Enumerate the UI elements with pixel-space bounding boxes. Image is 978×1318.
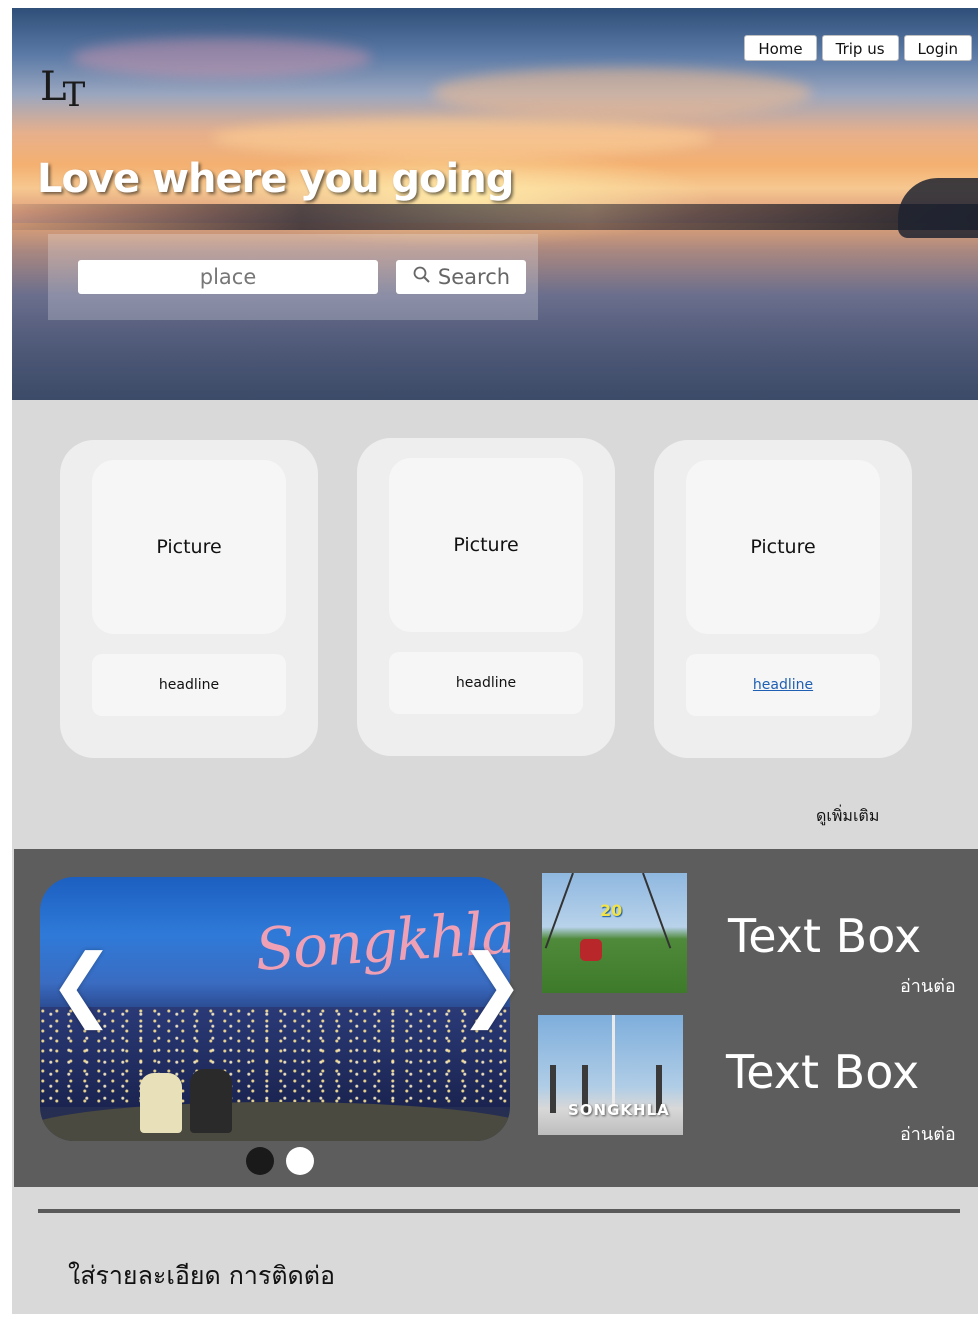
read-more-link[interactable]: อ่านต่อ [900, 971, 956, 1000]
featured-thumb-2[interactable]: SONGKHLA [538, 1015, 683, 1135]
shore-decor [12, 204, 978, 230]
footer-contact: ใส่รายละเอียด การติดต่อ [68, 1261, 336, 1290]
search-button-label: Search [437, 265, 511, 289]
cloud-decor [432, 68, 812, 118]
card-headline: headline [686, 654, 880, 716]
card-picture[interactable]: Picture [92, 460, 286, 634]
card-headline-link[interactable]: headline [753, 677, 813, 693]
card-2[interactable]: Picture headline [357, 438, 615, 756]
person-decor [140, 1073, 182, 1133]
see-more-link[interactable]: ดูเพิ่มเติม [816, 804, 879, 829]
logo-letter-t: T [62, 75, 86, 115]
search-icon [412, 265, 432, 290]
carousel-dot-1[interactable] [246, 1147, 274, 1175]
card-section: Picture headline Picture headline Pictur… [12, 400, 978, 850]
page: LT Home Trip us Login Love where you goi… [12, 8, 978, 1314]
read-more-link[interactable]: อ่านต่อ [900, 1119, 956, 1148]
cloud-decor [72, 38, 372, 78]
card-3[interactable]: Picture headline [654, 440, 912, 758]
carousel-next-arrow[interactable]: ❯ [458, 944, 525, 1024]
cable-decor [642, 873, 672, 949]
carousel-prev-arrow[interactable]: ❮ [48, 944, 115, 1024]
card-1[interactable]: Picture headline [60, 440, 318, 758]
card-picture[interactable]: Picture [686, 460, 880, 634]
hill-decor [40, 1102, 510, 1141]
person-decor [190, 1069, 232, 1133]
card-headline[interactable]: headline [389, 652, 583, 714]
nav-trip-us-button[interactable]: Trip us [821, 35, 899, 61]
carousel-dot-2[interactable] [286, 1147, 314, 1175]
thumb-sign: SONGKHLA [568, 1101, 670, 1119]
cloud-decor [212, 118, 712, 158]
nav-login-button[interactable]: Login [903, 35, 972, 61]
logo[interactable]: LT [40, 64, 85, 115]
top-nav: Home Trip us Login [744, 35, 972, 61]
palm-decor [550, 1065, 556, 1113]
nav-home-button[interactable]: Home [744, 35, 817, 61]
trees-decor [898, 178, 978, 238]
featured-section: Songkhla ❮ ❯ 20 SONGKHLA Text Box อ่านต่… [14, 849, 978, 1187]
cable-decor [544, 873, 574, 949]
footer-divider [38, 1209, 960, 1213]
carousel-dots [246, 1147, 314, 1175]
search-button[interactable]: Search [396, 260, 526, 294]
hero-tagline: Love where you going [37, 156, 514, 202]
gondola-decor [580, 939, 602, 961]
hero-banner: LT Home Trip us Login Love where you goi… [12, 8, 978, 400]
featured-item-title: Text Box [726, 1045, 920, 1099]
featured-item-title: Text Box [728, 909, 922, 963]
pole-decor [612, 1015, 615, 1115]
card-headline[interactable]: headline [92, 654, 286, 716]
search-input[interactable] [78, 260, 378, 294]
card-picture[interactable]: Picture [389, 458, 583, 632]
featured-thumb-1[interactable]: 20 [542, 873, 687, 993]
thumb-badge: 20 [600, 901, 623, 920]
logo-letter-l: L [40, 64, 66, 110]
